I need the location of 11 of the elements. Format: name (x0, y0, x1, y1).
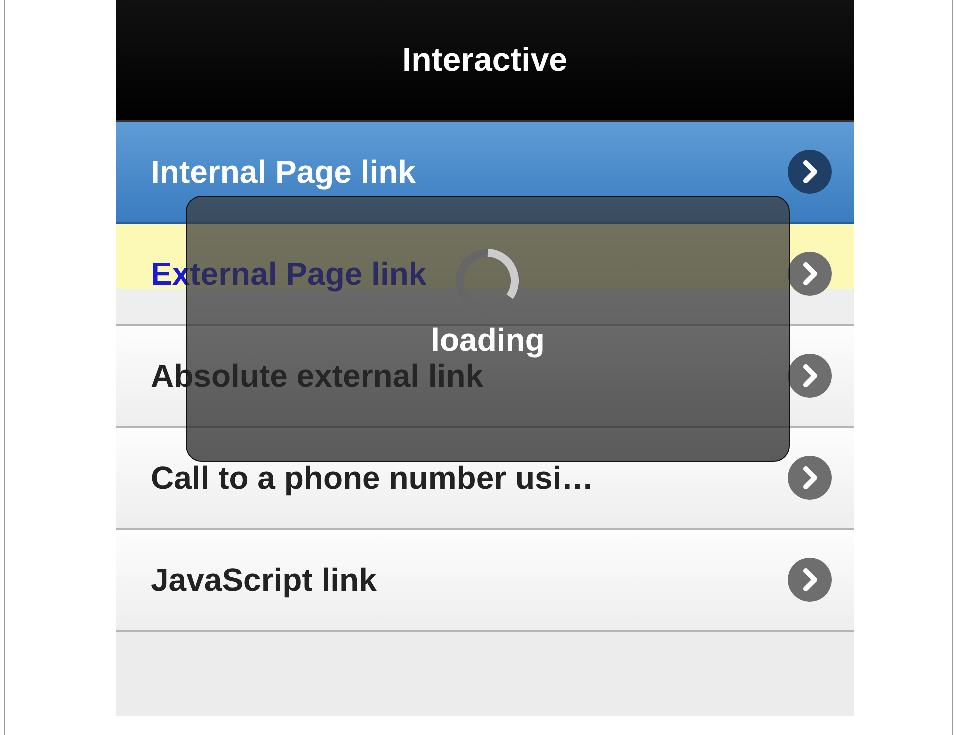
chevron-right-icon (788, 558, 832, 602)
chevron-right-icon (788, 150, 832, 194)
list-item[interactable]: JavaScript link (116, 530, 854, 632)
link-label: Internal Page link (151, 153, 416, 192)
loading-label: loading (431, 323, 545, 358)
page-title: Interactive (402, 40, 568, 80)
link-label: JavaScript link (151, 561, 377, 600)
chevron-right-icon (788, 456, 832, 500)
chevron-right-icon (788, 252, 832, 296)
chevron-right-icon (788, 354, 832, 398)
link-label: Call to a phone number usi… (151, 459, 594, 498)
